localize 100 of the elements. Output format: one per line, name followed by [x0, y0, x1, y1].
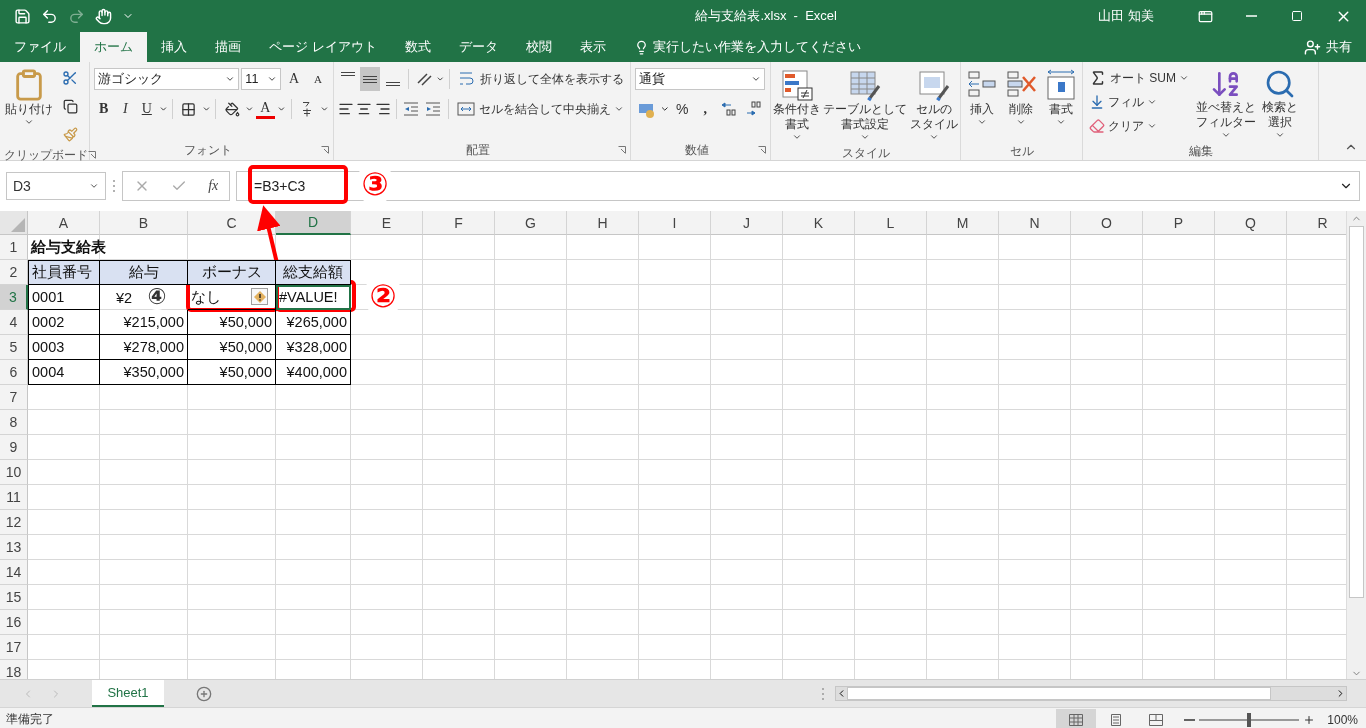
ribbon-button[interactable]: 条件付き 書式: [772, 66, 823, 144]
caret-icon: [792, 132, 803, 142]
ribbon-tab[interactable]: 挿入: [147, 32, 201, 62]
column-header[interactable]: L: [855, 211, 927, 235]
add-sheet-icon[interactable]: [196, 685, 212, 702]
insert-function-button[interactable]: fx: [208, 178, 219, 194]
horizontal-scrollbar[interactable]: [835, 686, 1347, 701]
ribbon-button[interactable]: 挿入: [963, 66, 1000, 142]
ribbon-button[interactable]: セルの スタイル: [908, 66, 959, 144]
row-header[interactable]: 11: [0, 485, 28, 510]
row-header[interactable]: 6: [0, 360, 28, 385]
touch-mode-icon[interactable]: [95, 7, 112, 25]
row-header[interactable]: 12: [0, 510, 28, 535]
row-header[interactable]: 9: [0, 435, 28, 460]
font-size-select[interactable]: 11: [241, 68, 282, 90]
ribbon-button[interactable]: テーブルとして 書式設定: [822, 66, 909, 144]
ribbon-button[interactable]: 並べ替えと フィルター: [1195, 66, 1257, 142]
column-header[interactable]: G: [495, 211, 567, 235]
row-header[interactable]: 14: [0, 560, 28, 585]
table-cell[interactable]: 給与: [100, 260, 188, 285]
minimize-icon[interactable]: [1245, 15, 1257, 17]
row-header[interactable]: 13: [0, 535, 28, 560]
warning-icon[interactable]: [251, 288, 268, 305]
column-header[interactable]: Q: [1215, 211, 1287, 235]
font-name-select[interactable]: 游ゴシック: [94, 68, 240, 90]
row-header[interactable]: 15: [0, 585, 28, 610]
merge-center-button[interactable]: セルを結合して中央揃え: [454, 97, 626, 121]
fill-down-icon: [1089, 94, 1105, 110]
ribbon-tab[interactable]: 表示: [565, 32, 620, 62]
table-cell[interactable]: ¥2: [114, 285, 133, 310]
row-header[interactable]: 8: [0, 410, 28, 435]
ribbon-tab[interactable]: ホーム: [80, 32, 147, 62]
ribbon-tab[interactable]: 校閲: [511, 32, 566, 62]
ribbon-button[interactable]: 削除: [1003, 66, 1040, 142]
row-header[interactable]: 4: [0, 310, 28, 335]
name-box[interactable]: D3: [6, 172, 106, 200]
dialog-launcher-icon[interactable]: [618, 146, 626, 154]
ribbon-tab[interactable]: ページ レイアウト: [255, 32, 391, 62]
column-header[interactable]: O: [1071, 211, 1143, 235]
eraser-icon: [1089, 118, 1105, 134]
ribbon-tab[interactable]: データ: [444, 32, 512, 62]
percent-button[interactable]: %: [671, 97, 693, 121]
column-header[interactable]: B: [100, 211, 188, 235]
column-header[interactable]: P: [1143, 211, 1215, 235]
editing-button[interactable]: フィル: [1087, 90, 1191, 114]
column-header[interactable]: N: [999, 211, 1071, 235]
bold-button[interactable]: B: [94, 97, 114, 121]
row-header[interactable]: 1: [0, 235, 28, 260]
dialog-launcher-icon[interactable]: [321, 146, 329, 154]
table-cell[interactable]: 総支給額: [276, 260, 351, 285]
row-header[interactable]: 7: [0, 385, 28, 410]
column-header[interactable]: I: [639, 211, 711, 235]
column-header[interactable]: D: [276, 211, 351, 235]
share-button[interactable]: 共有: [1298, 32, 1358, 62]
ribbon-tab[interactable]: ファイル: [0, 32, 80, 62]
editing-button[interactable]: クリア: [1087, 114, 1191, 138]
ribbon-button[interactable]: 書式: [1043, 66, 1080, 142]
ribbon-tab[interactable]: 描画: [201, 32, 255, 62]
column-header[interactable]: R: [1287, 211, 1346, 235]
paste-button[interactable]: 貼り付け: [4, 66, 54, 146]
column-header[interactable]: E: [351, 211, 423, 235]
row-header[interactable]: 10: [0, 460, 28, 485]
ribbon-tab[interactable]: 数式: [390, 32, 445, 62]
row-header[interactable]: 5: [0, 335, 28, 360]
ribbon-button[interactable]: 検索と 選択: [1261, 66, 1299, 142]
dialog-launcher-icon[interactable]: [758, 146, 766, 154]
column-header[interactable]: A: [28, 211, 100, 235]
column-header[interactable]: J: [711, 211, 783, 235]
zoom-in-icon[interactable]: [1303, 713, 1316, 726]
row-header[interactable]: 16: [0, 610, 28, 635]
number-format-select[interactable]: 通貨: [635, 68, 765, 90]
table-cell[interactable]: 給与支給表: [28, 235, 109, 260]
editing-button[interactable]: オート SUM: [1087, 66, 1191, 90]
row-header[interactable]: 2: [0, 260, 28, 285]
row-header[interactable]: 3: [0, 285, 28, 310]
row-header[interactable]: 17: [0, 635, 28, 660]
save-icon[interactable]: [14, 7, 31, 25]
shrink-font-button[interactable]: A: [307, 67, 329, 91]
column-header[interactable]: H: [567, 211, 639, 235]
underline-button[interactable]: U: [137, 97, 157, 121]
vertical-align-button[interactable]: [360, 67, 381, 91]
font-color-button[interactable]: A: [255, 99, 276, 119]
table-cell[interactable]: #VALUE!: [276, 285, 351, 310]
view-button[interactable]: [1056, 708, 1097, 728]
grow-font-button[interactable]: A: [283, 67, 306, 91]
row-header[interactable]: 18: [0, 660, 28, 679]
zoom-thumb[interactable]: [1247, 712, 1252, 727]
undo-icon[interactable]: [41, 7, 58, 25]
sheet-tab[interactable]: Sheet1: [92, 680, 164, 707]
dialog-launcher-icon[interactable]: [88, 151, 96, 159]
zoom-out-icon[interactable]: [1184, 718, 1196, 721]
comma-button[interactable]: ,: [694, 97, 716, 121]
wrap-text-button[interactable]: 折り返して全体を表示する: [455, 67, 626, 91]
column-header[interactable]: K: [783, 211, 855, 235]
column-header[interactable]: M: [927, 211, 999, 235]
table-cell[interactable]: ボーナス: [188, 260, 276, 285]
italic-button[interactable]: I: [115, 97, 136, 121]
column-header[interactable]: F: [423, 211, 495, 235]
table-cell[interactable]: 社員番号: [28, 260, 100, 285]
tell-me-search[interactable]: 実行したい作業を入力してください: [627, 32, 867, 62]
